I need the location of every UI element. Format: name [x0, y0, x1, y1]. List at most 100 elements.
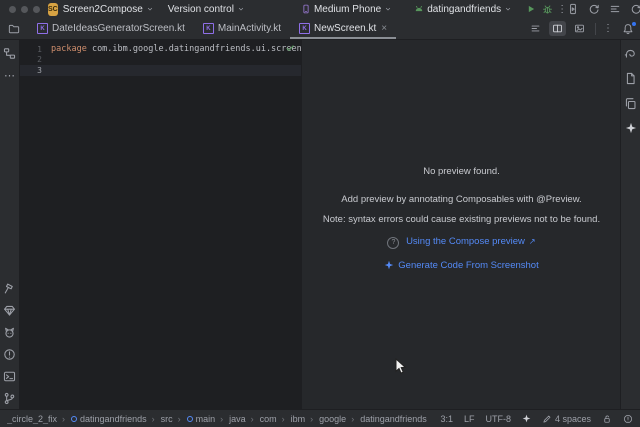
syntax-error-note: Note: syntax errors could cause existing…	[322, 214, 601, 225]
minimize-window-icon[interactable]	[21, 5, 28, 13]
chevron-down-icon	[146, 5, 154, 13]
run-configuration-selector[interactable]: datingandfriends	[414, 4, 512, 15]
kotlin-file-icon: K	[37, 23, 48, 34]
readonly-toggle-widget[interactable]	[602, 414, 612, 424]
breadcrumb-item[interactable]: src	[149, 414, 173, 424]
gradle-sync-icon[interactable]	[630, 3, 640, 15]
add-preview-hint: Add preview by annotating Composables wi…	[341, 194, 582, 205]
compose-preview-doc-row: Using the Compose preview	[302, 236, 621, 249]
tab-newscreen[interactable]: K NewScreen.kt ×	[290, 18, 397, 39]
code-line-3-current[interactable]: 3	[20, 65, 301, 76]
notification-badge	[632, 21, 636, 26]
logcat-tool-window-button[interactable]	[2, 324, 18, 340]
breadcrumb-item[interactable]: com	[248, 414, 277, 424]
breadcrumb-item[interactable]: main	[175, 414, 215, 424]
more-tool-windows-button[interactable]	[2, 67, 18, 83]
caret-position-widget[interactable]: 3:1	[440, 414, 453, 424]
split-view-icon	[552, 23, 563, 34]
select-opened-file-button[interactable]	[0, 18, 28, 39]
debug-button[interactable]	[542, 4, 553, 15]
profiler-icon[interactable]	[567, 3, 579, 15]
breadcrumb-item[interactable]: google	[307, 414, 346, 424]
window-controls	[9, 5, 40, 13]
gemini-spark-icon	[384, 260, 394, 270]
line-separator-widget[interactable]: LF	[464, 414, 475, 424]
problems-tool-window-button[interactable]	[2, 346, 18, 362]
build-tool-window-button[interactable]	[2, 280, 18, 296]
run-button[interactable]	[526, 4, 536, 14]
close-tab-icon[interactable]: ×	[381, 23, 387, 34]
code-line-1[interactable]: 1 package com.ibm.google.datingandfriend…	[20, 44, 307, 55]
tab-mainactivity[interactable]: K MainActivity.kt	[194, 18, 290, 39]
android-icon	[414, 4, 424, 14]
pencil-icon	[542, 414, 552, 424]
more-run-actions-button[interactable]	[557, 4, 567, 15]
design-view-button[interactable]	[571, 21, 588, 36]
editor-tab-bar: K DateIdeasGeneratorScreen.kt K MainActi…	[0, 18, 640, 40]
device-phone-icon	[301, 4, 311, 14]
zoom-window-icon[interactable]	[33, 5, 40, 13]
module-icon	[71, 415, 78, 422]
generate-code-row: Generate Code From Screenshot	[302, 260, 621, 274]
split-view-button[interactable]	[549, 21, 566, 36]
encoding-widget[interactable]: UTF-8	[485, 414, 511, 424]
code-view-button[interactable]	[527, 21, 544, 36]
close-window-icon[interactable]	[9, 5, 16, 13]
gradle-tool-window-button[interactable]	[623, 45, 639, 61]
app-quality-insights-button[interactable]	[2, 302, 18, 318]
logcat-cat-icon	[3, 326, 16, 339]
project-menu[interactable]: Screen2Compose	[63, 4, 154, 15]
mouse-cursor	[395, 358, 407, 376]
debug-bug-icon	[542, 4, 553, 15]
line-number: 2	[37, 55, 42, 65]
vcs-menu[interactable]: Version control	[168, 4, 245, 15]
terminal-tool-window-button[interactable]	[2, 368, 18, 384]
chevron-down-icon	[504, 5, 512, 13]
build-variants-icon[interactable]	[609, 3, 621, 15]
tab-dateideasgeneratorscreen[interactable]: K DateIdeasGeneratorScreen.kt	[28, 18, 194, 39]
code-line-2[interactable]: 2	[20, 55, 301, 66]
breadcrumb-item[interactable]: ibm	[279, 414, 306, 424]
indent-widget[interactable]: 4 spaces	[542, 414, 591, 424]
running-devices-icon	[624, 72, 637, 85]
no-preview-message-block: No preview found. Add preview by annotat…	[302, 166, 621, 284]
code-editor[interactable]: 1 package com.ibm.google.datingandfriend…	[20, 40, 307, 409]
editor-options-button[interactable]	[603, 23, 613, 34]
unlocked-padlock-icon	[602, 414, 612, 424]
title-bar-right-actions: P	[567, 3, 640, 15]
checkmark-icon	[285, 43, 295, 53]
running-devices-button[interactable]	[623, 70, 639, 86]
breadcrumb-item[interactable]: ui	[429, 414, 431, 424]
quality-insights-diamond-icon	[3, 304, 16, 317]
inspections-status-widget[interactable]	[285, 43, 295, 54]
generate-code-from-screenshot-link[interactable]: Generate Code From Screenshot	[384, 260, 539, 271]
breadcrumb-item[interactable]: java	[217, 414, 246, 424]
notifications-button[interactable]	[622, 21, 636, 35]
device-manager-button[interactable]	[623, 95, 639, 111]
run-play-icon	[526, 4, 536, 14]
breadcrumb-item[interactable]: datingandfriends	[348, 414, 427, 424]
module-icon	[186, 415, 193, 422]
git-branch-icon	[3, 392, 16, 405]
gradle-elephant-icon	[624, 47, 637, 60]
toolbar-separator	[595, 22, 596, 35]
gemini-tool-window-button[interactable]	[623, 120, 639, 136]
gemini-spark-icon	[625, 122, 637, 134]
compose-preview-doc-link[interactable]: Using the Compose preview	[406, 236, 536, 247]
right-tool-strip	[620, 40, 640, 409]
apply-changes-icon[interactable]	[588, 3, 600, 15]
breadcrumb-item[interactable]: datingandfriends	[59, 414, 147, 424]
circled-exclamation-icon	[623, 414, 633, 424]
status-info-widget[interactable]	[623, 414, 633, 424]
ai-status-widget[interactable]	[522, 414, 531, 423]
android-studio-window: SC Screen2Compose Version control Medium…	[0, 0, 640, 427]
breadcrumb-item[interactable]: _circle_2_fix	[7, 414, 57, 424]
status-bar-widgets: 3:1 LF UTF-8 4 spaces	[440, 414, 633, 424]
project-tool-window-button[interactable]	[2, 45, 18, 61]
compose-preview-panel: No preview found. Add preview by annotat…	[301, 40, 621, 409]
help-icon	[387, 236, 400, 249]
device-selector[interactable]: Medium Phone	[301, 4, 392, 15]
project-badge: SC	[48, 2, 58, 16]
external-link-icon	[529, 236, 536, 247]
version-control-tool-window-button[interactable]	[2, 390, 18, 406]
